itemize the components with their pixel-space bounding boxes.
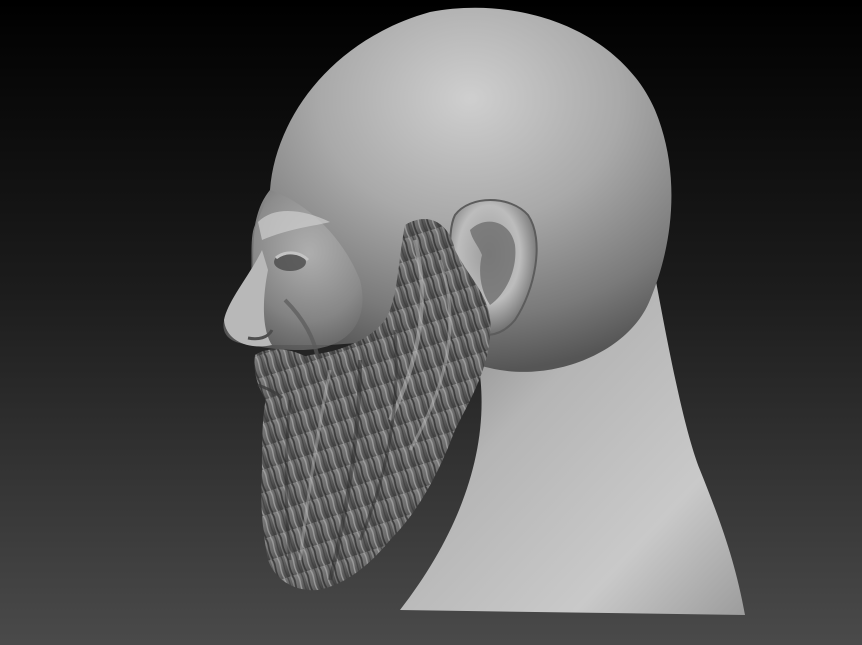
sculpt-render <box>0 0 862 645</box>
sculpt-viewport[interactable] <box>0 0 862 645</box>
